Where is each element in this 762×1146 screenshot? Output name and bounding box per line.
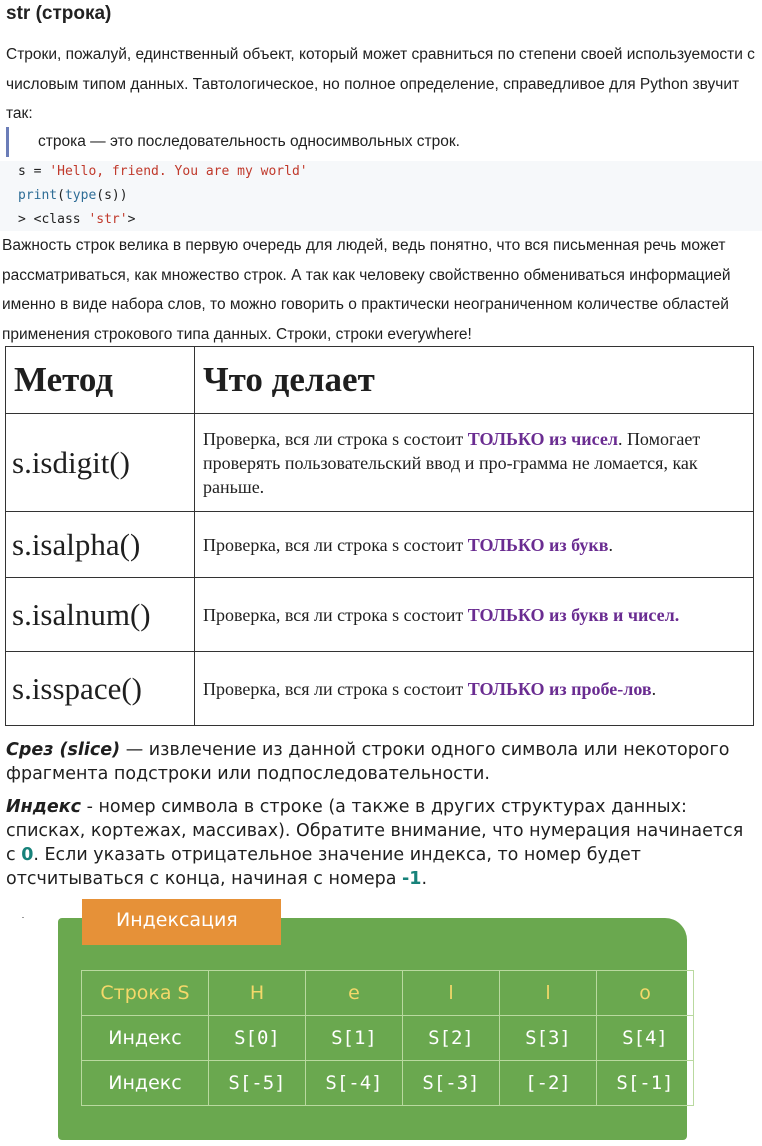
intro-paragraph: Строки, пожалуй, единственный объект, ко… [6,46,755,122]
methods-header-row: Метод Что делает [5,346,754,414]
code-type: type [64,188,97,203]
methods-table: Метод Что делает s.isdigit() Проверка, в… [5,346,754,726]
code-output-str: 'str' [88,212,128,227]
table-row: s.isalpha() Проверка, вся ли строка s со… [5,511,754,578]
index-cell: S[-4] [305,1060,403,1106]
table-row: s.isspace() Проверка, вся ли строка s со… [5,651,754,726]
char-cell: e [305,970,403,1016]
code-paren: ( [57,188,65,203]
indexing-table: Строка S H e l l o Индекс S[0] S[1] S[2]… [81,970,694,1106]
definition-quote: строка — это последовательность односимв… [6,127,460,157]
desc-highlight: ТОЛЬКО из букв [467,534,609,555]
index-minus-one: -1 [402,869,422,889]
row-label: Индекс [81,1060,209,1106]
table-row: s.isalnum() Проверка, вся ли строка s со… [5,577,754,652]
index-text-2: . Если указать отрицательное значение ин… [6,845,641,889]
indexing-tab-label: Индексация [82,899,281,945]
desc-text: Проверка, вся ли строка s состоит [203,534,468,555]
desc-text-end: . [608,534,614,555]
method-name: s.isalnum() [5,577,195,652]
index-text-3: . [421,869,428,889]
slice-term: Срез (slice) [6,740,121,760]
code-string: 'Hello, friend. You are my world' [49,164,308,179]
header-description: Что делает [194,346,754,414]
desc-highlight: ТОЛЬКО из чисел [467,428,618,449]
desc-text: Проверка, вся ли строка s состоит [203,678,468,699]
slice-definition: Срез (slice) — извлечение из данной стро… [6,738,758,786]
index-cell: S[-1] [596,1060,694,1106]
importance-paragraph: Важность строк велика в первую очередь д… [2,237,731,343]
table-row: s.isdigit() Проверка, вся ли строка s со… [5,413,754,512]
row-label: Строка S [81,970,209,1016]
method-description: Проверка, вся ли строка s состоит ТОЛЬКО… [194,577,754,652]
index-term: Индекс [6,797,81,817]
positive-index-row: Индекс S[0] S[1] S[2] S[3] S[4] [81,1015,694,1061]
char-cell: l [402,970,500,1016]
desc-text-end: . [651,678,657,699]
string-row: Строка S H e l l o [81,970,694,1016]
desc-highlight: ТОЛЬКО из пробе-лов [467,678,652,699]
index-cell: S[2] [402,1015,500,1061]
index-zero: 0 [21,845,34,865]
char-cell: o [596,970,694,1016]
code-output-prefix: > <class [18,212,89,227]
index-cell: S[-5] [208,1060,306,1106]
desc-highlight: ТОЛЬКО из букв и чисел. [467,604,680,625]
method-description: Проверка, вся ли строка s состоит ТОЛЬКО… [194,511,754,578]
stray-mark [22,917,24,918]
code-line-2: print(type(s)) [18,185,128,207]
index-definition: Индекс - номер символа в строке (а также… [6,795,758,891]
row-label: Индекс [81,1015,209,1061]
method-name: s.isspace() [5,651,195,726]
index-cell: [-2] [499,1060,597,1106]
method-description: Проверка, вся ли строка s состоит ТОЛЬКО… [194,413,754,512]
index-cell: S[4] [596,1015,694,1061]
char-cell: H [208,970,306,1016]
index-cell: S[3] [499,1015,597,1061]
code-print: print [18,188,58,203]
method-name: s.isdigit() [5,413,195,512]
method-description: Проверка, вся ли строка s состоит ТОЛЬКО… [194,651,754,726]
index-cell: S[0] [208,1015,306,1061]
code-var: s = [18,164,50,179]
code-line-1: s = 'Hello, friend. You are my world' [18,161,308,183]
desc-text: Проверка, вся ли строка s состоит [203,428,468,449]
desc-text: Проверка, вся ли строка s состоит [203,604,468,625]
code-output: > <class 'str'> [18,209,135,231]
char-cell: l [499,970,597,1016]
code-args: (s)) [96,188,128,203]
index-cell: S[1] [305,1015,403,1061]
header-method: Метод [5,346,195,414]
method-name: s.isalpha() [5,511,195,578]
section-heading: str (строка) [6,3,112,24]
code-block: s = 'Hello, friend. You are my world' pr… [0,161,762,231]
code-output-end: > [127,212,136,227]
negative-index-row: Индекс S[-5] S[-4] S[-3] [-2] S[-1] [81,1060,694,1106]
index-cell: S[-3] [402,1060,500,1106]
